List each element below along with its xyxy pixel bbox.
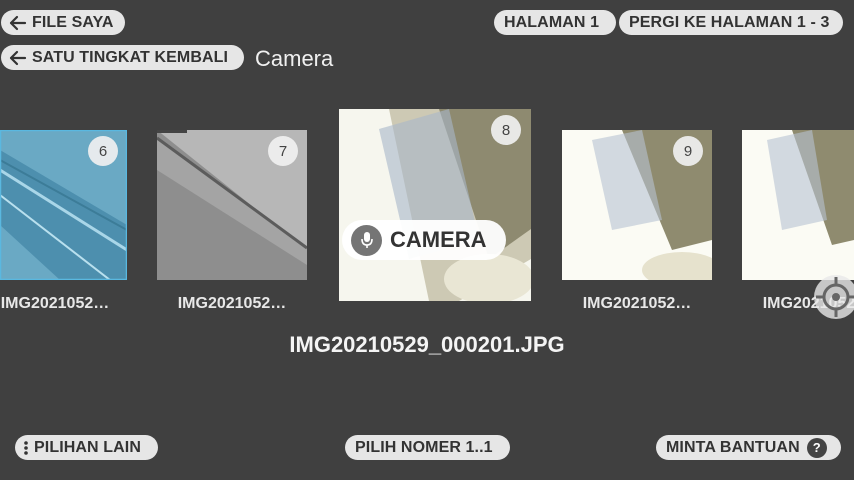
pick-number-button[interactable]: PILIH NOMER 1..1 xyxy=(345,435,510,460)
page-indicator-label: HALAMAN 1 xyxy=(504,13,600,31)
gallery-thumbnail-8-selected[interactable]: 8 xyxy=(339,109,531,301)
folder-title: Camera xyxy=(255,46,334,71)
voice-command-pill[interactable]: CAMERA xyxy=(342,220,506,260)
help-label: MINTA BANTUAN xyxy=(666,438,800,456)
page-indicator[interactable]: HALAMAN 1 xyxy=(494,10,616,35)
arrow-left-icon xyxy=(9,50,27,65)
photo-thumbnail xyxy=(742,130,854,280)
more-options-label: PILIHAN LAIN xyxy=(34,438,141,456)
crosshair-icon[interactable] xyxy=(812,273,854,321)
help-button[interactable]: MINTA BANTUAN ? xyxy=(656,435,841,460)
more-options-button[interactable]: PILIHAN LAIN xyxy=(15,435,158,460)
up-one-level-button[interactable]: SATU TINGKAT KEMBALI xyxy=(1,45,244,70)
item-number-badge: 9 xyxy=(673,136,703,166)
selected-filename: IMG20210529_000201.JPG xyxy=(289,332,565,357)
thumbnail-label: IMG2021052… xyxy=(0,295,110,312)
back-to-files-button[interactable]: FILE SAYA xyxy=(1,10,125,35)
pick-number-label: PILIH NOMER 1..1 xyxy=(355,438,493,456)
gallery-thumbnail-9[interactable]: 9 xyxy=(562,130,712,280)
up-one-level-label: SATU TINGKAT KEMBALI xyxy=(32,48,229,66)
more-vertical-icon xyxy=(24,440,28,455)
goto-page-label: PERGI KE HALAMAN 1 - 3 xyxy=(629,13,830,31)
microphone-icon xyxy=(351,224,382,256)
arrow-left-icon xyxy=(9,15,27,30)
goto-page-button[interactable]: PERGI KE HALAMAN 1 - 3 xyxy=(619,10,843,35)
gallery-thumbnail-6[interactable]: 6 xyxy=(0,130,127,280)
back-to-files-label: FILE SAYA xyxy=(32,13,114,31)
gallery-thumbnail-7[interactable]: 7 xyxy=(157,130,307,280)
help-icon: ? xyxy=(806,437,827,458)
voice-command-label: CAMERA xyxy=(390,227,487,252)
thumbnail-label: IMG2021052… xyxy=(177,295,287,312)
item-number-badge: 6 xyxy=(88,136,118,166)
thumbnail-label: IMG2021052… xyxy=(582,295,692,312)
item-number-badge: 7 xyxy=(268,136,298,166)
item-number-badge: 8 xyxy=(491,115,521,145)
gallery-thumbnail-10[interactable] xyxy=(742,130,854,280)
